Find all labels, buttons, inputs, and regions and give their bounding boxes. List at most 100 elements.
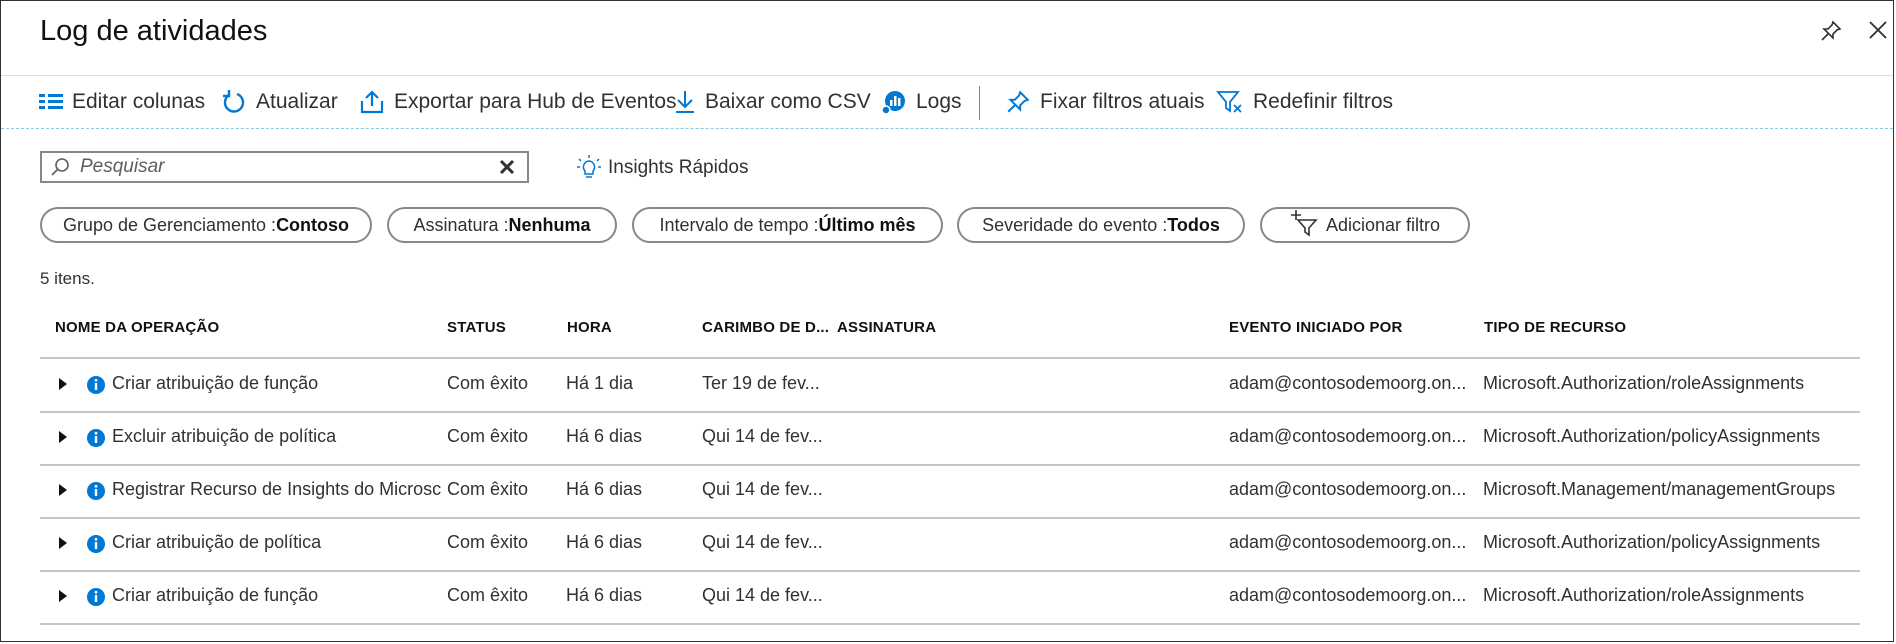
column-header-time[interactable]: HORA [567,319,612,336]
page-title: Log de atividades [40,15,268,47]
download-csv-label: Baixar como CSV [705,90,871,113]
info-icon [86,534,106,559]
initiated-by-cell: adam@contosodemoorg.on... [1229,479,1467,499]
logs-label: Logs [916,90,962,113]
expand-caret-icon[interactable] [58,536,68,555]
quick-insights-label: Insights Rápidos [608,157,749,178]
resource-type-cell: Microsoft.Authorization/policyAssignment… [1483,426,1821,446]
status-cell: Com êxito [447,585,529,605]
time-cell: Há 6 dias [566,426,643,446]
search-input[interactable] [78,155,472,179]
add-filter-button[interactable]: Adicionar filtro [1260,207,1470,243]
refresh-label: Atualizar [256,90,338,113]
columns-icon [39,94,63,109]
resource-type-cell: Microsoft.Authorization/roleAssignments [1483,585,1805,605]
resource-type-cell: Microsoft.Authorization/roleAssignments [1483,373,1805,393]
search-icon [51,158,69,176]
filter-value: Último mês [818,214,916,235]
filter-value: Todos [1167,214,1220,235]
pin-filters-button[interactable]: Fixar filtros atuais [1005,86,1205,118]
close-icon[interactable] [1867,19,1889,46]
logs-button[interactable]: Logs [881,86,962,118]
logs-icon [881,91,905,115]
reset-filters-label: Redefinir filtros [1253,90,1394,113]
resource-type-cell: Microsoft.Authorization/policyAssignment… [1483,532,1821,552]
column-header-timestamp[interactable]: CARIMBO DE D... [702,319,829,336]
download-icon [676,91,694,113]
filter-value: Nenhuma [508,214,591,235]
lightbulb-icon [577,155,601,178]
operation-name[interactable]: Criar atribuição de função [112,585,442,606]
quick-insights-button[interactable]: Insights Rápidos [576,154,748,182]
reset-filters-button[interactable]: Redefinir filtros [1216,86,1393,118]
status-cell: Com êxito [447,479,529,499]
filter-clear-icon [1216,91,1242,113]
operation-name[interactable]: Registrar Recurso de Insights do Microsc [112,479,442,500]
column-header-operation[interactable]: NOME DA OPERAÇÃO [55,319,219,336]
initiated-by-cell: adam@contosodemoorg.on... [1229,373,1467,393]
clear-search-icon[interactable] [499,159,515,175]
timestamp-cell: Qui 14 de fev... [702,426,823,446]
table-row[interactable]: Criar atribuição de política Com êxito H… [40,518,1860,572]
status-cell: Com êxito [447,532,529,552]
filter-subscription[interactable]: Assinatura : Nenhuma [387,207,617,243]
status-cell: Com êxito [447,373,529,393]
time-cell: Há 6 dias [566,585,643,605]
expand-caret-icon[interactable] [58,430,68,449]
info-icon [86,587,106,612]
expand-caret-icon[interactable] [58,483,68,502]
filter-value: Contoso [276,214,350,235]
export-label: Exportar para Hub de Eventos [394,90,677,113]
timestamp-cell: Ter 19 de fev... [702,373,820,393]
command-bar: Editar colunas Atualizar Exportar para H… [1,75,1893,129]
search-box [40,151,529,183]
download-csv-button[interactable]: Baixar como CSV [674,86,871,118]
filter-event-severity[interactable]: Severidade do evento : Todos [957,207,1245,243]
activity-log-blade: Log de atividades Editar colunas Atualiz… [0,0,1894,642]
add-filter-label: Adicionar filtro [1325,214,1441,235]
initiated-by-cell: adam@contosodemoorg.on... [1229,426,1467,446]
column-header-resource-type[interactable]: TIPO DE RECURSO [1484,319,1626,336]
operation-name[interactable]: Criar atribuição de função [112,373,442,394]
item-count: 5 itens. [40,269,95,288]
resource-type-cell: Microsoft.Management/managementGroups [1483,479,1836,499]
time-cell: Há 6 dias [566,479,643,499]
table-row[interactable]: Registrar Recurso de Insights do Microsc… [40,465,1860,519]
column-header-initiated-by[interactable]: EVENTO INICIADO POR [1229,319,1403,336]
filter-management-group[interactable]: Grupo de Gerenciamento : Contoso [40,207,372,243]
pin-icon[interactable] [1819,19,1843,48]
filter-label: Grupo de Gerenciamento : [62,214,277,235]
pin-filters-label: Fixar filtros atuais [1040,90,1205,113]
timestamp-cell: Qui 14 de fev... [702,532,823,552]
refresh-button[interactable]: Atualizar [221,86,338,118]
info-icon [86,428,106,453]
column-header-status[interactable]: STATUS [447,319,506,336]
info-icon [86,481,106,506]
edit-columns-button[interactable]: Editar colunas [39,86,205,118]
timestamp-cell: Qui 14 de fev... [702,479,823,499]
initiated-by-cell: adam@contosodemoorg.on... [1229,585,1467,605]
status-cell: Com êxito [447,426,529,446]
expand-caret-icon[interactable] [58,589,68,608]
refresh-icon [223,90,245,113]
upload-icon [360,90,384,114]
edit-columns-label: Editar colunas [72,90,206,113]
filter-label: Severidade do evento : [982,214,1168,235]
table-row[interactable]: Criar atribuição de função Com êxito Há … [40,571,1860,625]
initiated-by-cell: adam@contosodemoorg.on... [1229,532,1467,552]
toolbar-divider [979,86,980,120]
time-cell: Há 1 dia [566,373,634,393]
operation-name[interactable]: Excluir atribuição de política [112,426,442,447]
table-row[interactable]: Excluir atribuição de política Com êxito… [40,412,1860,466]
info-icon [86,375,106,400]
table-row[interactable]: Criar atribuição de função Com êxito Há … [40,359,1860,413]
operation-name[interactable]: Criar atribuição de política [112,532,442,553]
expand-caret-icon[interactable] [58,377,68,396]
timestamp-cell: Qui 14 de fev... [702,585,823,605]
column-header-subscription[interactable]: ASSINATURA [837,319,936,336]
pin-icon [1007,90,1030,113]
time-cell: Há 6 dias [566,532,643,552]
filter-time-range[interactable]: Intervalo de tempo : Último mês [632,207,943,243]
export-event-hub-button[interactable]: Exportar para Hub de Eventos [359,86,677,118]
filter-label: Assinatura : [413,214,509,235]
